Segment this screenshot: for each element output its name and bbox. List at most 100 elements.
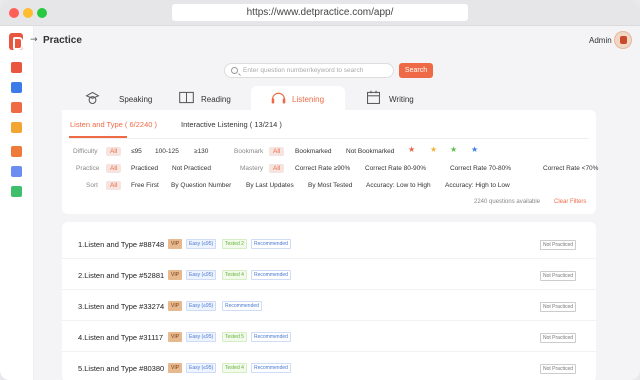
tested-badge: Tested 4 [222, 270, 247, 280]
star-green-icon[interactable]: ★ [450, 145, 457, 154]
tab-speaking-label: Speaking [119, 95, 153, 104]
browser-titlebar: https://www.detpractice.com/app/ [0, 0, 640, 26]
question-title[interactable]: 4.Listen and Type #31117 [78, 333, 163, 342]
sort-free-first[interactable]: Free First [131, 182, 159, 189]
headphones-icon [271, 92, 286, 104]
sort-accuracy-high-low[interactable]: Accuracy: High to Low [445, 182, 510, 189]
minimize-window-button[interactable] [23, 8, 33, 18]
question-title[interactable]: 3.Listen and Type #33274 [78, 302, 164, 311]
sort-by-question-number[interactable]: By Question Number [171, 182, 231, 189]
filter-panel: Listen and Type ( 6/2240 ) Interactive L… [62, 110, 598, 214]
status-badge: Not Practiced [540, 271, 577, 281]
tested-badge: Tested 4 [222, 363, 247, 373]
recommended-badge: Recommended [251, 270, 291, 280]
speaker-head-icon [85, 91, 100, 104]
star-blue-icon[interactable]: ★ [471, 145, 478, 154]
question-title[interactable]: 2.Listen and Type #52881 [78, 271, 164, 280]
tab-reading-label: Reading [201, 95, 231, 104]
sidebar [0, 26, 34, 380]
mastery-all[interactable]: All [269, 164, 285, 173]
calendar-icon [367, 90, 380, 104]
sidebar-report-icon[interactable] [11, 186, 22, 197]
subtab-listen-and-type[interactable]: Listen and Type ( 6/2240 ) [70, 120, 157, 129]
search-placeholder: Enter question number/keyword to search [243, 67, 364, 74]
list-item[interactable]: 5.Listen and Type #80380 VIP Easy (≤95) … [62, 353, 596, 380]
tab-listening[interactable]: Listening [251, 86, 345, 111]
difficulty-all[interactable]: All [106, 147, 122, 156]
difficulty-100-125[interactable]: 100-125 [155, 148, 179, 155]
browser-window: https://www.detpractice.com/app/ → Pract… [0, 0, 640, 380]
tested-badge: Tested 2 [222, 239, 247, 249]
difficulty-badge: Easy (≤95) [186, 363, 217, 373]
user-name[interactable]: Admin [589, 36, 612, 45]
difficulty-le95[interactable]: ≤95 [131, 148, 142, 155]
avatar[interactable] [614, 31, 632, 49]
mastery-70-80[interactable]: Correct Rate 70-80% [450, 165, 511, 172]
sidebar-note-icon[interactable] [11, 122, 22, 133]
star-red-icon[interactable]: ★ [408, 145, 415, 154]
recommended-badge: Recommended [251, 239, 291, 249]
mastery-80-90[interactable]: Correct Rate 80-90% [365, 165, 426, 172]
mastery-lt70[interactable]: Correct Rate <70% [543, 165, 598, 172]
sidebar-home-icon[interactable] [11, 62, 22, 73]
sort-accuracy-low-high[interactable]: Accuracy: Low to High [366, 182, 431, 189]
tested-badge: Tested 5 [222, 332, 247, 342]
difficulty-badge: Easy (≤95) [186, 270, 217, 280]
search-button[interactable]: Search [399, 63, 433, 78]
address-bar[interactable]: https://www.detpractice.com/app/ [172, 4, 468, 21]
vip-badge: VIP [168, 332, 183, 342]
list-item[interactable]: 3.Listen and Type #33274 VIP Easy (≤95) … [62, 291, 596, 321]
question-list: 1.Listen and Type #88748 VIP Easy (≤95) … [62, 222, 596, 380]
practice-not-practiced[interactable]: Not Practiced [172, 165, 211, 172]
mastery-ge90[interactable]: Correct Rate ≥90% [295, 165, 350, 172]
section-tabs: Speaking Reading Listening Writing [62, 86, 596, 111]
subtab-interactive-listening[interactable]: Interactive Listening ( 13/214 ) [181, 120, 282, 129]
bookmark-bookmarked[interactable]: Bookmarked [295, 148, 332, 155]
maximize-window-button[interactable] [37, 8, 47, 18]
page-title: Practice [43, 35, 82, 46]
vip-badge: VIP [168, 270, 183, 280]
sidebar-document-icon[interactable] [11, 82, 22, 93]
sidebar-folder-icon[interactable] [11, 102, 22, 113]
recommended-badge: Recommended [251, 363, 291, 373]
vip-badge: VIP [168, 301, 183, 311]
search-icon [231, 67, 238, 74]
book-icon [179, 91, 194, 104]
vip-badge: VIP [168, 363, 183, 373]
sort-by-last-updates[interactable]: By Last Updates [246, 182, 294, 189]
list-item[interactable]: 2.Listen and Type #52881 VIP Easy (≤95) … [62, 260, 596, 290]
collapse-sidebar-icon[interactable]: → [30, 35, 38, 45]
bookmark-not-bookmarked[interactable]: Not Bookmarked [346, 148, 394, 155]
practice-label: Practice [76, 165, 100, 172]
divider [69, 138, 589, 139]
question-count: 2240 questions available [474, 199, 541, 205]
status-badge: Not Practiced [540, 364, 577, 374]
question-title[interactable]: 1.Listen and Type #88748 [78, 240, 164, 249]
difficulty-badge: Easy (≤95) [186, 301, 217, 311]
star-yellow-icon[interactable]: ★ [430, 145, 437, 154]
list-item[interactable]: 4.Listen and Type #31117 VIP Easy (≤95) … [62, 322, 596, 352]
clear-filters-link[interactable]: Clear Filters [554, 199, 586, 205]
vip-badge: VIP [168, 239, 183, 249]
bookmark-all[interactable]: All [269, 147, 285, 156]
sort-all[interactable]: All [106, 181, 122, 190]
tab-reading[interactable]: Reading [178, 86, 258, 111]
bookmark-label: Bookmark [234, 148, 264, 155]
recommended-badge: Recommended [222, 301, 262, 311]
sidebar-mock-test-icon[interactable] [11, 166, 22, 177]
tab-writing[interactable]: Writing [365, 86, 445, 111]
sort-by-most-tested[interactable]: By Most Tested [308, 182, 352, 189]
search-input[interactable]: Enter question number/keyword to search [224, 63, 394, 78]
difficulty-ge130[interactable]: ≥130 [194, 148, 208, 155]
sort-label: Sort [86, 182, 98, 189]
difficulty-badge: Easy (≤95) [186, 239, 217, 249]
tab-speaking[interactable]: Speaking [82, 86, 172, 111]
list-item[interactable]: 1.Listen and Type #88748 VIP Easy (≤95) … [62, 229, 596, 259]
tab-writing-label: Writing [389, 95, 414, 104]
close-window-button[interactable] [9, 8, 19, 18]
mastery-label: Mastery [240, 165, 264, 172]
practice-practiced[interactable]: Practiced [131, 165, 158, 172]
practice-all[interactable]: All [106, 164, 122, 173]
sidebar-calendar-icon[interactable] [11, 146, 22, 157]
question-title[interactable]: 5.Listen and Type #80380 [78, 364, 164, 373]
